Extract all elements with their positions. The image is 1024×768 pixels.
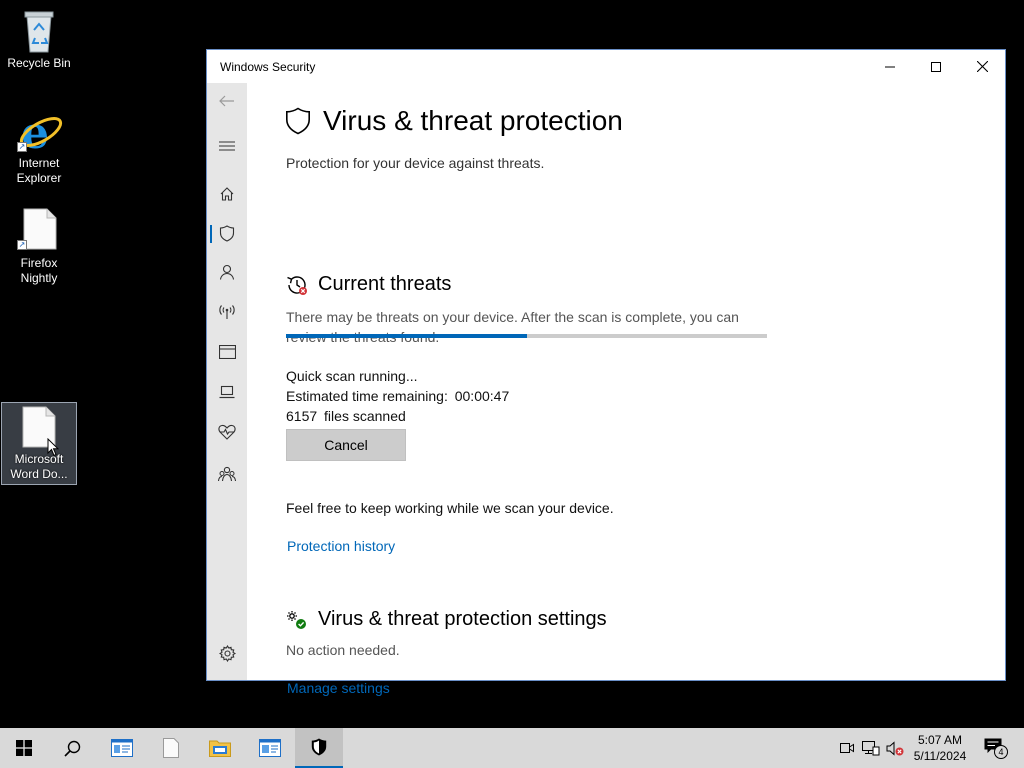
desktop-icon-label: Internet Explorer <box>16 156 62 185</box>
back-button[interactable] <box>207 86 247 116</box>
desktop-icon-label: Firefox Nightly <box>20 256 58 285</box>
nav-item-family-options[interactable] <box>207 459 247 489</box>
settings-check-icon <box>287 610 306 629</box>
window-title: Windows Security <box>220 59 316 74</box>
navigation-rail <box>207 83 247 680</box>
shield-icon <box>311 738 327 756</box>
laptop-icon <box>219 385 235 399</box>
cancel-button[interactable]: Cancel <box>286 429 406 461</box>
taskbar-app-file-explorer[interactable] <box>196 728 244 768</box>
files-scanned-label: files scanned <box>324 408 406 424</box>
action-center-button[interactable]: 4 <box>978 728 1012 768</box>
nav-item-virus-threat-protection[interactable] <box>207 218 247 248</box>
scan-status: Quick scan running... <box>286 368 418 384</box>
settings-section-header: Virus & threat protection settings <box>286 608 607 631</box>
start-button[interactable] <box>0 728 48 768</box>
time-remaining-label: Estimated time remaining: <box>286 388 448 404</box>
network-icon <box>862 740 880 755</box>
maximize-icon <box>931 61 941 72</box>
recycle-bin-icon <box>24 11 54 53</box>
active-indicator <box>210 225 212 243</box>
minimize-button[interactable] <box>867 50 913 83</box>
mouse-cursor-icon <box>47 438 59 457</box>
settings-section-heading: Virus & threat protection settings <box>318 608 607 630</box>
main-content: Virus & threat protection Protection for… <box>285 83 1005 696</box>
current-threats-header: Current threats <box>286 273 451 296</box>
network-tray-icon[interactable] <box>860 728 882 768</box>
blank-file-icon <box>163 738 179 758</box>
nav-item-device-performance-health[interactable] <box>207 417 247 447</box>
meet-now-icon <box>840 743 854 753</box>
nav-item-account-protection[interactable] <box>207 257 247 287</box>
current-threats-description: There may be threats on your device. Aft… <box>286 309 739 345</box>
desktop-icon-internet-explorer[interactable]: e ↗ Internet Explorer <box>1 106 77 186</box>
notification-count-badge: 4 <box>994 745 1008 759</box>
maximize-button[interactable] <box>913 50 959 83</box>
title-bar[interactable]: Windows Security <box>207 50 1005 83</box>
wireless-icon <box>219 305 235 319</box>
app-window-icon <box>111 739 133 757</box>
taskbar: 5:07 AM 5/11/2024 4 <box>0 728 1024 768</box>
blank-file-icon <box>23 208 57 250</box>
search-button[interactable] <box>48 728 96 768</box>
volume-tray-icon[interactable] <box>884 728 906 768</box>
minimize-icon <box>885 66 895 67</box>
history-threat-icon <box>287 275 307 295</box>
shortcut-arrow-icon: ↗ <box>17 142 27 152</box>
person-icon <box>219 264 235 280</box>
hamburger-menu-icon <box>219 141 235 151</box>
time-remaining: Estimated time remaining: 00:00:47 <box>286 386 509 406</box>
taskbar-app-server-manager[interactable] <box>98 728 146 768</box>
volume-muted-icon <box>886 740 904 756</box>
shortcut-arrow-icon: ↗ <box>17 240 27 250</box>
desktop-icon-label: Recycle Bin <box>7 56 71 70</box>
meet-now-tray-icon[interactable] <box>838 728 856 768</box>
nav-item-home[interactable] <box>207 179 247 209</box>
windows-logo-icon <box>16 740 32 756</box>
gear-icon <box>218 644 236 662</box>
manage-settings-link[interactable]: Manage settings <box>287 680 390 696</box>
taskbar-app-control-panel[interactable] <box>246 728 294 768</box>
page-header: Virus & threat protection <box>285 105 623 137</box>
clock-time: 5:07 AM <box>917 733 963 747</box>
nav-item-device-security[interactable] <box>207 377 247 407</box>
time-remaining-value: 00:00:47 <box>454 388 510 404</box>
nav-item-app-browser-control[interactable] <box>207 337 247 367</box>
heart-pulse-icon <box>218 424 236 440</box>
windows-security-window: Windows Security Virus & threat protecti… <box>206 49 1006 696</box>
desktop-icon-firefox-nightly[interactable]: ↗ Firefox Nightly <box>1 208 77 286</box>
clock-date: 5/11/2024 <box>913 749 967 763</box>
close-icon <box>976 61 988 72</box>
nav-item-firewall-network[interactable] <box>207 297 247 327</box>
desktop-icon-recycle-bin[interactable]: Recycle Bin <box>1 8 77 71</box>
taskbar-clock[interactable]: 5:07 AM 5/11/2024 <box>905 732 975 764</box>
back-arrow-icon <box>219 95 234 107</box>
hamburger-menu-button[interactable] <box>207 131 247 161</box>
current-threats-heading: Current threats <box>318 273 452 295</box>
files-scanned: 6157 files scanned <box>286 406 406 426</box>
desktop-icon-word-document[interactable]: Microsoft Word Do... <box>1 402 77 485</box>
keep-working-text: Feel free to keep working while we scan … <box>286 500 614 516</box>
page-subtitle: Protection for your device against threa… <box>286 155 545 171</box>
scan-progress-bar <box>286 334 767 338</box>
app-window-icon <box>259 739 281 757</box>
settings-status: No action needed. <box>286 642 400 658</box>
page-title: Virus & threat protection <box>323 105 623 136</box>
scan-progress-fill <box>286 334 527 338</box>
taskbar-app-windows-security[interactable] <box>295 728 343 768</box>
files-scanned-count: 6157 <box>286 408 318 424</box>
close-button[interactable] <box>959 50 1005 83</box>
protection-history-link[interactable]: Protection history <box>287 538 395 554</box>
taskbar-app-blank-file[interactable] <box>147 728 195 768</box>
desktop-icon-label: Microsoft Word Do... <box>10 452 68 481</box>
shield-icon <box>286 107 310 135</box>
family-icon <box>218 466 236 482</box>
app-browser-icon <box>218 345 236 359</box>
home-icon <box>220 187 234 201</box>
search-icon <box>63 740 80 757</box>
shield-icon <box>219 224 235 242</box>
folder-icon <box>209 740 231 757</box>
nav-item-settings[interactable] <box>207 638 247 668</box>
